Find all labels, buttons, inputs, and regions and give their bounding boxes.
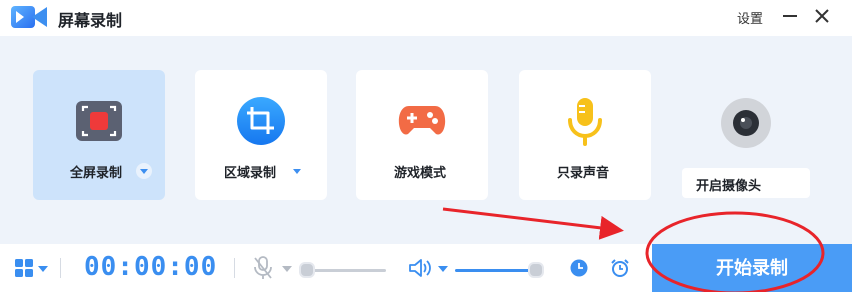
app-logo-icon [11, 6, 47, 28]
settings-link[interactable]: 设置 [737, 8, 763, 27]
gamepad-icon [398, 106, 446, 135]
mode-label-fullscreen: 全屏录制 [70, 166, 123, 181]
speaker-volume-slider[interactable] [455, 269, 533, 272]
mode-card-game[interactable]: 游戏模式 [356, 70, 488, 200]
clock-icon[interactable] [570, 259, 588, 277]
speaker-icon[interactable] [408, 257, 432, 279]
mic-volume-slider[interactable] [306, 269, 386, 272]
app-title: 屏幕录制 [58, 11, 123, 30]
mode-card-audio[interactable]: 只录声音 [519, 70, 651, 200]
close-icon[interactable] [812, 6, 832, 26]
mode-panel: 全屏录制 区域录制 游戏模式 只录声音 开启摄像头 [0, 36, 852, 244]
divider [234, 258, 235, 278]
mode-label-region: 区域录制 [224, 166, 277, 181]
crop-icon [237, 97, 285, 145]
minimize-button[interactable] [783, 15, 797, 17]
start-recording-button[interactable]: 开始录制 [652, 244, 852, 292]
alarm-clock-icon[interactable] [610, 258, 630, 278]
mic-volume-knob[interactable] [299, 262, 315, 278]
recording-timer: 00:00:00 [84, 252, 218, 282]
chevron-down-icon[interactable] [38, 265, 48, 273]
fullscreen-record-icon [76, 101, 122, 141]
mode-card-fullscreen[interactable]: 全屏录制 [33, 70, 165, 200]
chevron-down-icon[interactable] [289, 163, 305, 179]
camera-label: 开启摄像头 [696, 179, 762, 194]
webcam-icon[interactable] [720, 97, 772, 149]
microphone-muted-icon[interactable] [253, 256, 273, 280]
speaker-volume-knob[interactable] [528, 262, 544, 278]
title-bar: 屏幕录制 设置 [0, 0, 852, 36]
mode-card-region[interactable]: 区域录制 [195, 70, 327, 200]
mode-label-audio: 只录声音 [557, 166, 610, 181]
divider [60, 258, 61, 278]
chevron-down-icon[interactable] [282, 265, 292, 273]
grid-icon[interactable] [14, 257, 36, 279]
microphone-icon [568, 98, 602, 146]
chevron-down-icon[interactable] [136, 163, 152, 179]
mode-label-game: 游戏模式 [394, 166, 447, 181]
chevron-down-icon[interactable] [438, 265, 448, 273]
camera-toggle[interactable]: 开启摄像头 [682, 168, 810, 198]
